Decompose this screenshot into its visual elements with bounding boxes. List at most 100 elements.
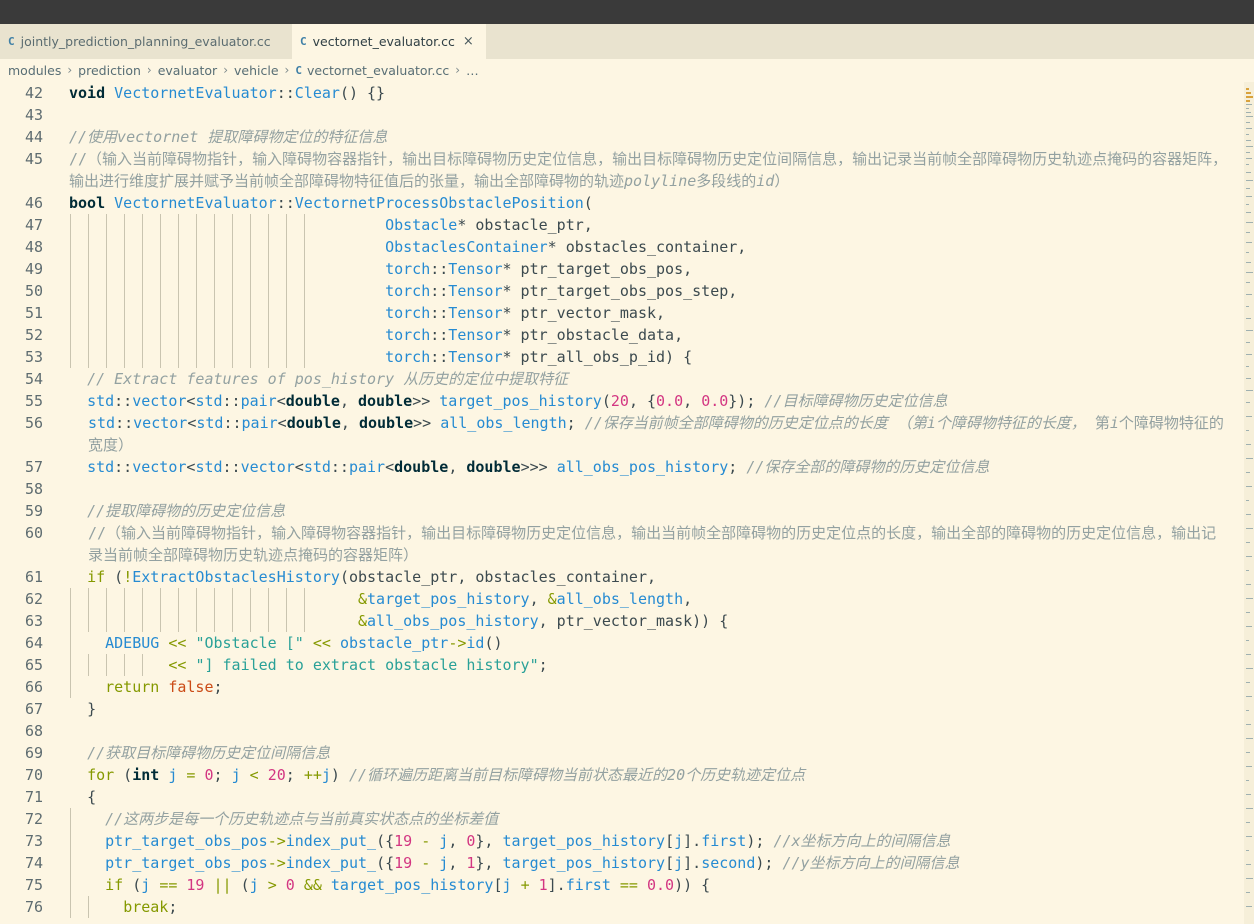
window-title-bar <box>0 0 1254 24</box>
line-number: 75 <box>24 876 43 894</box>
code-line[interactable]: 71 { <box>0 786 1244 808</box>
line-number: 53 <box>24 348 43 366</box>
code-line[interactable]: 59 //提取障碍物的历史定位信息 <box>0 500 1244 522</box>
code-line[interactable]: 73 ptr_target_obs_pos->index_put_({19 - … <box>0 830 1244 852</box>
code-line[interactable]: 68 <box>0 720 1244 742</box>
minimap-line <box>1246 128 1252 129</box>
tab-vectornet-evaluator[interactable]: C vectornet_evaluator.cc × <box>292 24 486 59</box>
line-number: 65 <box>24 656 43 674</box>
code-line[interactable]: 55 std::vector<std::pair<double, double>… <box>0 390 1244 412</box>
code-line[interactable]: 70 for (int j = 0; j < 20; ++j) //循环遍历距离… <box>0 764 1244 786</box>
line-number: 52 <box>24 326 43 344</box>
code-line[interactable]: 60 //（输入当前障碍物指针，输入障碍物容器指针，输出目标障碍物历史定位信息，输… <box>0 522 1244 566</box>
tab-label: vectornet_evaluator.cc <box>312 34 455 49</box>
minimap-line <box>1246 330 1253 331</box>
breadcrumb-item-modules[interactable]: modules <box>8 63 61 78</box>
code-line[interactable]: 62 &target_pos_history, &all_obs_length, <box>0 588 1244 610</box>
code-line[interactable]: 52 torch::Tensor* ptr_obstacle_data, <box>0 324 1244 346</box>
code-line[interactable]: 46 bool VectornetEvaluator::VectornetProc… <box>0 192 1244 214</box>
code-editor[interactable]: 42 void VectornetEvaluator::Clear() {}434… <box>0 82 1244 924</box>
code-text: for (int j = 0; j < 20; ++j) //循环遍历距离当前目… <box>87 766 806 784</box>
code-line[interactable]: 61 if (!ExtractObstaclesHistory(obstacle… <box>0 566 1244 588</box>
minimap-line <box>1246 354 1252 355</box>
code-line[interactable]: 57 std::vector<std::vector<std::pair<dou… <box>0 456 1244 478</box>
code-line[interactable]: 76 break; <box>0 896 1244 918</box>
code-text: std::vector<std::pair<double, double>> t… <box>87 392 948 410</box>
line-number: 62 <box>24 590 43 608</box>
code-line[interactable]: 43 <box>0 104 1244 126</box>
code-text: //提取障碍物的历史定位信息 <box>87 502 286 520</box>
minimap-line <box>1246 752 1250 753</box>
code-line[interactable]: 67 } <box>0 698 1244 720</box>
breadcrumb-item-vehicle[interactable]: vehicle <box>234 63 279 78</box>
code-text: { <box>87 788 97 806</box>
code-line[interactable]: 58 <box>0 478 1244 500</box>
breadcrumb-item-file[interactable]: vectornet_evaluator.cc <box>307 63 449 78</box>
code-line[interactable]: 54 // Extract features of pos_history 从历… <box>0 368 1244 390</box>
line-number: 43 <box>24 106 43 124</box>
code-text: void VectornetEvaluator::Clear() {} <box>69 84 386 102</box>
line-number: 60 <box>24 524 43 542</box>
code-line[interactable]: 66 return false; <box>0 676 1244 698</box>
minimap-line <box>1246 472 1250 473</box>
code-line[interactable]: 48 ObstaclesContainer* obstacles_contain… <box>0 236 1244 258</box>
minimap-line <box>1246 584 1251 585</box>
code-line[interactable]: 72 //这两步是每一个历史轨迹点与当前真实状态点的坐标差值 <box>0 808 1244 830</box>
minimap-line <box>1246 96 1253 98</box>
code-line[interactable]: 44 //使用vectornet 提取障碍物定位的特征信息 <box>0 126 1244 148</box>
code-line[interactable]: 47 Obstacle* obstacle_ptr, <box>0 214 1244 236</box>
code-line[interactable]: 74 ptr_target_obs_pos->index_put_({19 - … <box>0 852 1244 874</box>
breadcrumb: modules › prediction › evaluator › vehic… <box>0 59 1254 81</box>
code-line[interactable]: 45 //（输入当前障碍物指针，输入障碍物容器指针，输出目标障碍物历史定位信息，输… <box>0 148 1244 192</box>
line-number: 48 <box>24 238 43 256</box>
code-text: ADEBUG << "Obstacle [" << obstacle_ptr->… <box>105 634 503 652</box>
minimap[interactable] <box>1244 82 1254 924</box>
minimap-line <box>1246 570 1249 571</box>
code-line[interactable]: 65 << "] failed to extract obstacle hist… <box>0 654 1244 676</box>
minimap-line <box>1246 822 1250 823</box>
chevron-right-icon: › <box>455 63 461 77</box>
minimap-line <box>1246 696 1252 697</box>
code-line[interactable]: 42 void VectornetEvaluator::Clear() {} <box>0 82 1244 104</box>
code-line[interactable]: 49 torch::Tensor* ptr_target_obs_pos, <box>0 258 1244 280</box>
line-number: 46 <box>24 194 43 212</box>
code-line[interactable]: 50 torch::Tensor* ptr_target_obs_pos_ste… <box>0 280 1244 302</box>
minimap-line <box>1246 738 1253 739</box>
code-text: &all_obs_pos_history, ptr_vector_mask)) … <box>357 612 729 630</box>
line-number: 66 <box>24 678 43 696</box>
line-number: 51 <box>24 304 43 322</box>
minimap-line <box>1246 116 1253 117</box>
code-text: &target_pos_history, &all_obs_length, <box>357 590 693 608</box>
line-number: 44 <box>24 128 43 146</box>
close-icon[interactable]: × <box>463 34 474 49</box>
code-line[interactable]: 64 ADEBUG << "Obstacle [" << obstacle_pt… <box>0 632 1244 654</box>
code-line[interactable]: 51 torch::Tensor* ptr_vector_mask, <box>0 302 1244 324</box>
code-text: break; <box>123 898 178 916</box>
minimap-line <box>1246 104 1252 105</box>
code-line[interactable]: 53 torch::Tensor* ptr_all_obs_p_id) { <box>0 346 1244 368</box>
minimap-line <box>1246 556 1252 557</box>
line-number: 55 <box>24 392 43 410</box>
code-text: torch::Tensor* ptr_all_obs_p_id) { <box>385 348 693 366</box>
code-text: //（输入当前障碍物指针，输入障碍物容器指针，输出目标障碍物历史定位信息，输出当… <box>88 524 1217 564</box>
minimap-line <box>1246 836 1252 837</box>
code-line[interactable]: 69 //获取目标障碍物历史定位间隔信息 <box>0 742 1244 764</box>
code-line[interactable]: 63 &all_obs_pos_history, ptr_vector_mask… <box>0 610 1244 632</box>
code-text: } <box>87 700 97 718</box>
minimap-line <box>1246 342 1250 343</box>
tab-jointly-prediction-planning-evaluator[interactable]: C jointly_prediction_planning_evaluator.… <box>0 24 292 59</box>
breadcrumb-item-evaluator[interactable]: evaluator <box>158 63 218 78</box>
minimap-line <box>1246 808 1253 809</box>
minimap-line <box>1246 878 1253 879</box>
breadcrumb-item-symbols[interactable]: … <box>466 63 479 78</box>
minimap-line <box>1246 430 1249 431</box>
code-line[interactable]: 75 if (j == 19 || (j > 0 && target_pos_h… <box>0 874 1244 896</box>
minimap-line <box>1246 222 1253 223</box>
minimap-line <box>1246 294 1252 295</box>
minimap-line <box>1246 152 1250 153</box>
chevron-right-icon: › <box>284 63 290 77</box>
code-line[interactable]: 56 std::vector<std::pair<double, double>>… <box>0 412 1244 456</box>
line-number: 56 <box>24 414 43 432</box>
minimap-line <box>1246 542 1250 543</box>
breadcrumb-item-prediction[interactable]: prediction <box>78 63 141 78</box>
